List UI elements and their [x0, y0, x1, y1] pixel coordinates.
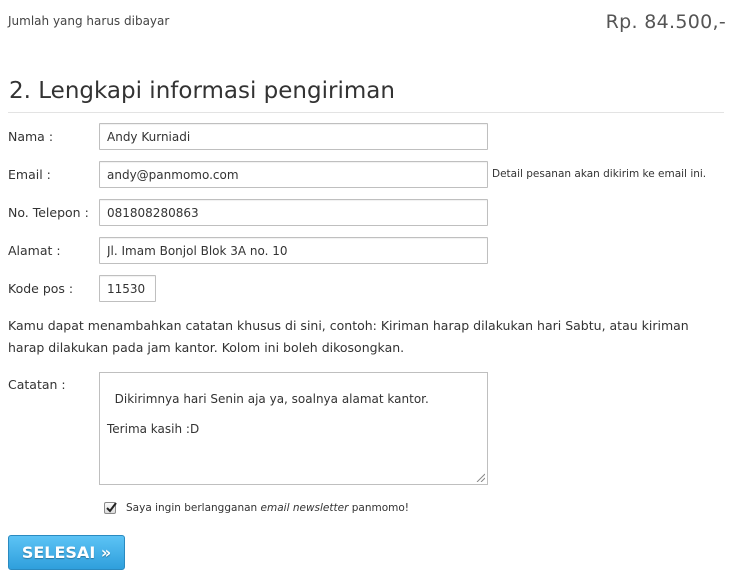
notes-text: Dikirimnya hari Senin aja ya, soalnya al…: [107, 392, 429, 436]
email-hint: Detail pesanan akan dikirim ke email ini…: [492, 168, 707, 180]
newsletter-label: Saya ingin berlangganan email newsletter…: [126, 502, 409, 514]
address-label: Alamat :: [8, 243, 61, 258]
postal-code-label: Kode pos :: [8, 281, 74, 296]
phone-field[interactable]: [99, 199, 488, 226]
total-amount: Rp. 84.500,-: [605, 11, 726, 33]
section-title: 2. Lengkapi informasi pengiriman: [9, 78, 395, 104]
section-divider: [8, 112, 724, 113]
name-field[interactable]: [99, 123, 488, 150]
notes-label: Catatan :: [8, 377, 66, 392]
notes-textarea[interactable]: Dikirimnya hari Senin aja ya, soalnya al…: [99, 372, 488, 485]
total-label: Jumlah yang harus dibayar: [8, 14, 170, 28]
notes-intro: Kamu dapat menambahkan catatan khusus di…: [8, 318, 689, 355]
newsletter-checkbox[interactable]: [104, 502, 117, 514]
email-field[interactable]: [99, 161, 488, 188]
postal-code-field[interactable]: [99, 275, 156, 302]
checkmark-icon: [106, 502, 117, 513]
address-field[interactable]: [99, 237, 488, 264]
resize-grip-icon[interactable]: [476, 473, 485, 482]
phone-label: No. Telepon :: [8, 205, 89, 220]
email-label: Email :: [8, 167, 51, 182]
submit-button[interactable]: SELESAI »: [8, 535, 125, 570]
name-label: Nama :: [8, 129, 54, 144]
